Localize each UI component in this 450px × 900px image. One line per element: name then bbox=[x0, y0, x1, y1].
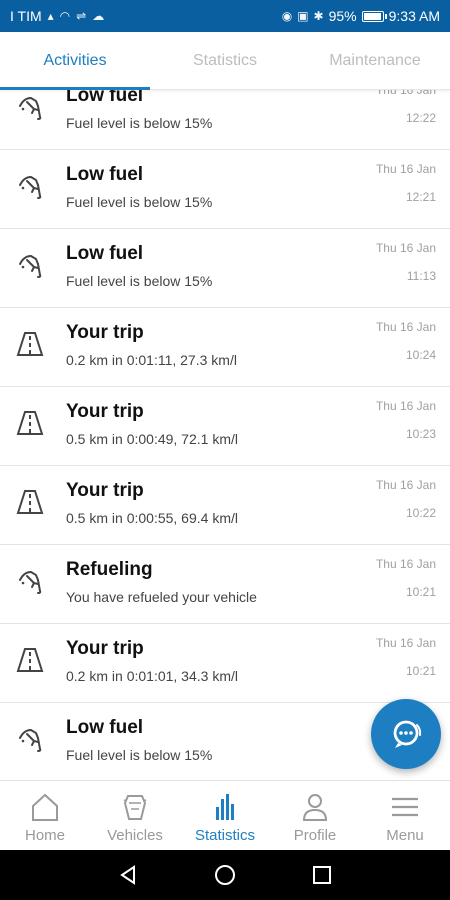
activity-row[interactable]: Low fuel Fuel level is below 15% Thu 16 Ja… bbox=[0, 229, 450, 308]
activity-date: Thu 16 Jan bbox=[375, 320, 436, 334]
profile-icon bbox=[302, 794, 328, 821]
road-icon bbox=[16, 490, 44, 514]
activity-row[interactable]: Your trip 0.5 km in 0:00:55, 69.4 km/l Thu… bbox=[0, 466, 450, 545]
signal-icon: ▴ bbox=[47, 9, 54, 23]
battery-percent: 95% bbox=[328, 8, 357, 24]
back-icon[interactable] bbox=[117, 864, 139, 886]
activity-row[interactable]: Refueling You have refueled your vehicle T… bbox=[0, 545, 450, 624]
activity-title: Low fuel bbox=[66, 164, 144, 185]
activity-subtitle: Fuel level is below 15% bbox=[66, 115, 213, 131]
activity-time: 12:22 bbox=[405, 111, 436, 125]
activity-title: Low fuel bbox=[66, 90, 144, 106]
activity-date: Thu 16 Jan bbox=[375, 478, 436, 492]
bottom-nav: Home Vehicles Statistics Profile Menu bbox=[0, 780, 450, 850]
fuel-pump-icon bbox=[19, 570, 42, 594]
cloud-icon: ☁ bbox=[92, 9, 105, 23]
activity-title: Your trip bbox=[66, 322, 144, 343]
activity-title: Low fuel bbox=[66, 243, 144, 264]
fuel-pump-icon bbox=[19, 728, 42, 752]
activity-row[interactable]: Low fuel Fuel level is below 15% Thu 16 Ja… bbox=[0, 90, 450, 150]
activity-time: 11:13 bbox=[406, 269, 436, 283]
statistics-icon bbox=[216, 794, 234, 820]
road-icon bbox=[16, 332, 44, 356]
clock: 9:33 AM bbox=[388, 8, 440, 24]
activity-subtitle: Fuel level is below 15% bbox=[66, 273, 213, 289]
nav-vehicles[interactable]: Vehicles bbox=[90, 781, 180, 850]
vehicle-icon bbox=[123, 795, 147, 820]
recents-icon[interactable] bbox=[311, 864, 333, 886]
usb-icon: ⇌ bbox=[76, 9, 87, 23]
road-icon bbox=[16, 411, 44, 435]
activity-title: Your trip bbox=[66, 401, 144, 422]
nav-menu[interactable]: Menu bbox=[360, 781, 450, 850]
activity-time: 10:23 bbox=[405, 427, 436, 441]
home-circle-icon[interactable] bbox=[214, 864, 236, 886]
activity-subtitle: Fuel level is below 15% bbox=[66, 747, 213, 763]
nav-home[interactable]: Home bbox=[0, 781, 90, 850]
activity-list-content: Low fuel Fuel level is below 15% Thu 16 Ja… bbox=[0, 90, 450, 780]
activity-date: Thu 16 Jan bbox=[375, 636, 436, 650]
tab-activities[interactable]: Activities bbox=[0, 32, 150, 90]
status-bar: I TIM ▴ ◠ ⇌ ☁ ◉ ▣ ✱ 95% 9:33 AM bbox=[0, 0, 450, 32]
home-icon bbox=[32, 793, 58, 821]
system-nav-bar bbox=[0, 850, 450, 900]
activity-title: Your trip bbox=[66, 638, 144, 659]
fuel-pump-icon bbox=[19, 96, 42, 120]
nav-menu-label: Menu bbox=[386, 827, 424, 844]
bluetooth-icon: ✱ bbox=[313, 9, 324, 23]
activity-date: Thu 16 Jan bbox=[375, 90, 436, 97]
activity-time: 10:21 bbox=[405, 664, 436, 678]
activity-title: Refueling bbox=[66, 559, 153, 580]
fuel-pump-icon bbox=[19, 254, 42, 278]
activity-subtitle: Fuel level is below 15% bbox=[66, 194, 213, 210]
activity-date: Thu 16 Jan bbox=[375, 399, 436, 413]
menu-icon bbox=[392, 797, 418, 817]
activity-time: 10:21 bbox=[405, 585, 436, 599]
activity-row[interactable]: Your trip 0.2 km in 0:01:11, 27.3 km/l Thu… bbox=[0, 308, 450, 387]
activity-time: 12:21 bbox=[405, 190, 436, 204]
nav-statistics-label: Statistics bbox=[194, 827, 255, 844]
road-icon bbox=[16, 648, 44, 672]
activity-time: 10:22 bbox=[405, 506, 436, 520]
chat-bubble-icon bbox=[393, 720, 422, 748]
activity-row[interactable]: Low fuel Fuel level is below 15% Thu 16 Ja… bbox=[0, 150, 450, 229]
eye-icon: ◉ bbox=[281, 9, 293, 23]
activity-subtitle: You have refueled your vehicle bbox=[66, 589, 257, 605]
activity-date: Thu 16 Jan bbox=[375, 241, 436, 255]
nav-profile[interactable]: Profile bbox=[270, 781, 360, 850]
activity-time: 10:24 bbox=[405, 348, 436, 362]
fuel-pump-icon bbox=[19, 175, 42, 199]
activity-subtitle: 0.5 km in 0:00:55, 69.4 km/l bbox=[66, 510, 238, 526]
nav-home-label: Home bbox=[24, 827, 65, 844]
activity-row[interactable]: Your trip 0.5 km in 0:00:49, 72.1 km/l Thu… bbox=[0, 387, 450, 466]
tab-maintenance[interactable]: Maintenance bbox=[300, 32, 450, 89]
wifi-icon: ◠ bbox=[59, 9, 71, 23]
chat-fab-button[interactable] bbox=[371, 699, 441, 769]
tab-statistics[interactable]: Statistics bbox=[150, 32, 300, 89]
nav-profile-label: Profile bbox=[293, 827, 337, 844]
activity-title: Low fuel bbox=[66, 717, 144, 738]
battery-icon bbox=[361, 10, 387, 22]
activity-date: Thu 16 Jan bbox=[375, 162, 436, 176]
activity-date: Thu 16 Jan bbox=[375, 557, 436, 571]
nav-vehicles-label: Vehicles bbox=[107, 827, 163, 844]
activity-subtitle: 0.5 km in 0:00:49, 72.1 km/l bbox=[66, 431, 238, 447]
nav-statistics[interactable]: Statistics bbox=[180, 781, 270, 850]
nfc-icon: ▣ bbox=[297, 9, 309, 23]
activity-subtitle: 0.2 km in 0:01:01, 34.3 km/l bbox=[66, 668, 238, 684]
tab-bar: Activities Statistics Maintenance bbox=[0, 32, 450, 90]
battery-fill bbox=[363, 12, 381, 20]
activity-row[interactable]: Your trip 0.2 km in 0:01:01, 34.3 km/l Thu… bbox=[0, 624, 450, 703]
activity-title: Your trip bbox=[66, 480, 144, 501]
carrier-label: I TIM bbox=[10, 8, 42, 24]
activity-list[interactable]: Low fuel Fuel level is below 15% Thu 16 Ja… bbox=[0, 90, 450, 780]
activity-subtitle: 0.2 km in 0:01:11, 27.3 km/l bbox=[66, 352, 237, 368]
